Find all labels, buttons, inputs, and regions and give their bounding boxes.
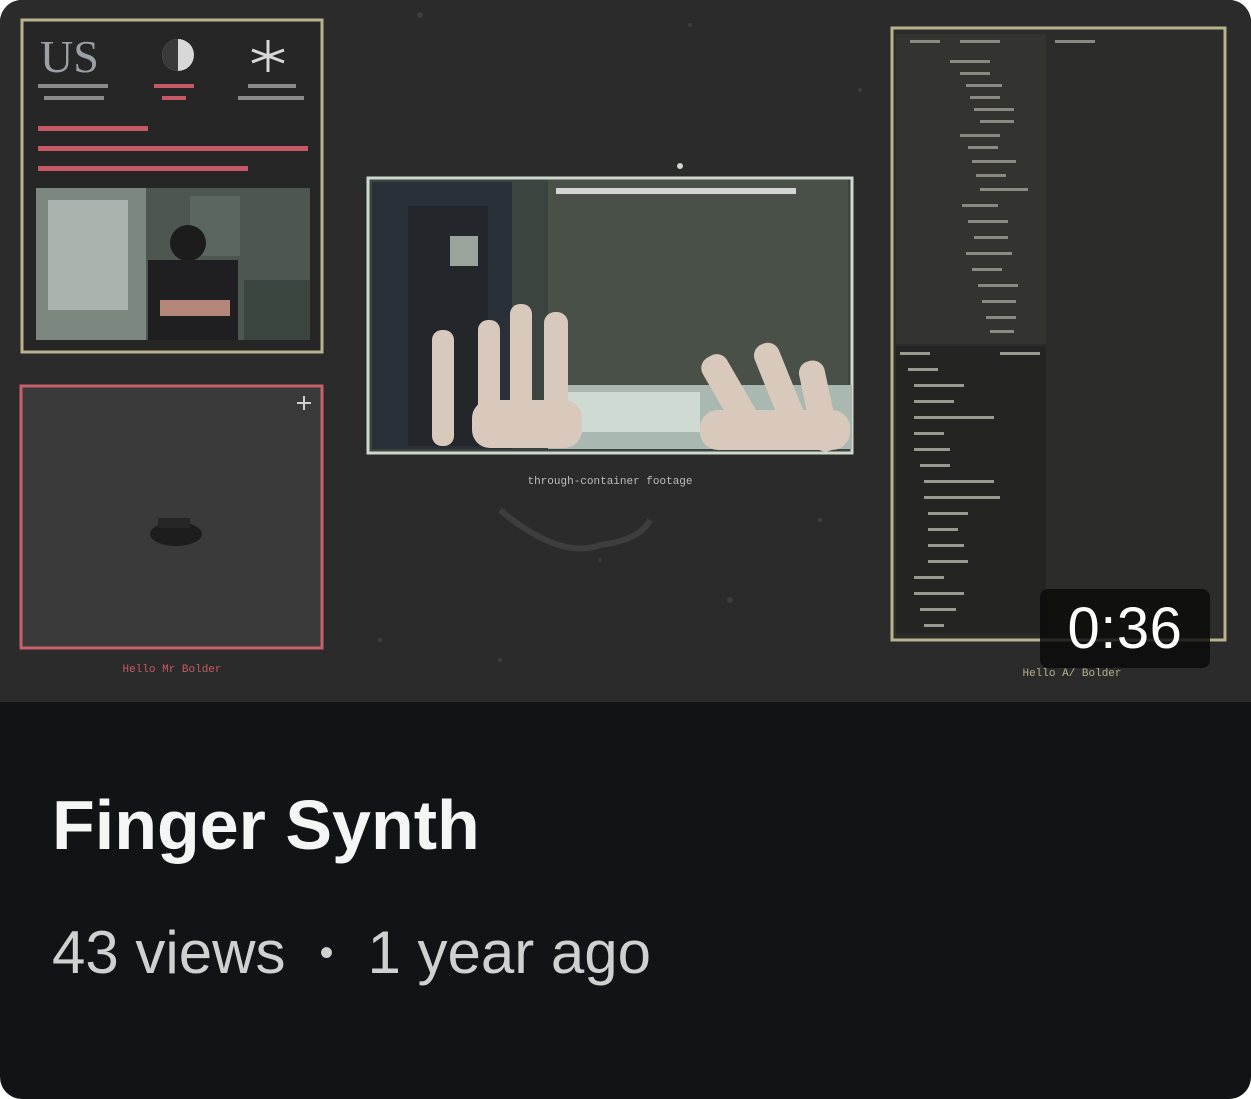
separator-dot: •: [319, 931, 334, 975]
video-title[interactable]: Finger Synth: [52, 785, 1202, 865]
video-thumbnail[interactable]: US Hello Mr Bolder through-container foo…: [0, 0, 1251, 702]
video-card[interactable]: US Hello Mr Bolder through-container foo…: [0, 0, 1251, 1099]
video-metadata: 43 views • 1 year ago: [52, 918, 651, 988]
view-count: 43 views: [52, 919, 286, 986]
svg-text:through-container footage: through-container footage: [527, 476, 692, 488]
svg-text:Hello A/ Bolder: Hello A/ Bolder: [1022, 668, 1121, 680]
duration-badge: 0:36: [1040, 589, 1210, 668]
upload-age: 1 year ago: [367, 919, 651, 986]
svg-text:Hello Mr Bolder: Hello Mr Bolder: [122, 664, 221, 676]
university-logo: US: [40, 31, 99, 82]
